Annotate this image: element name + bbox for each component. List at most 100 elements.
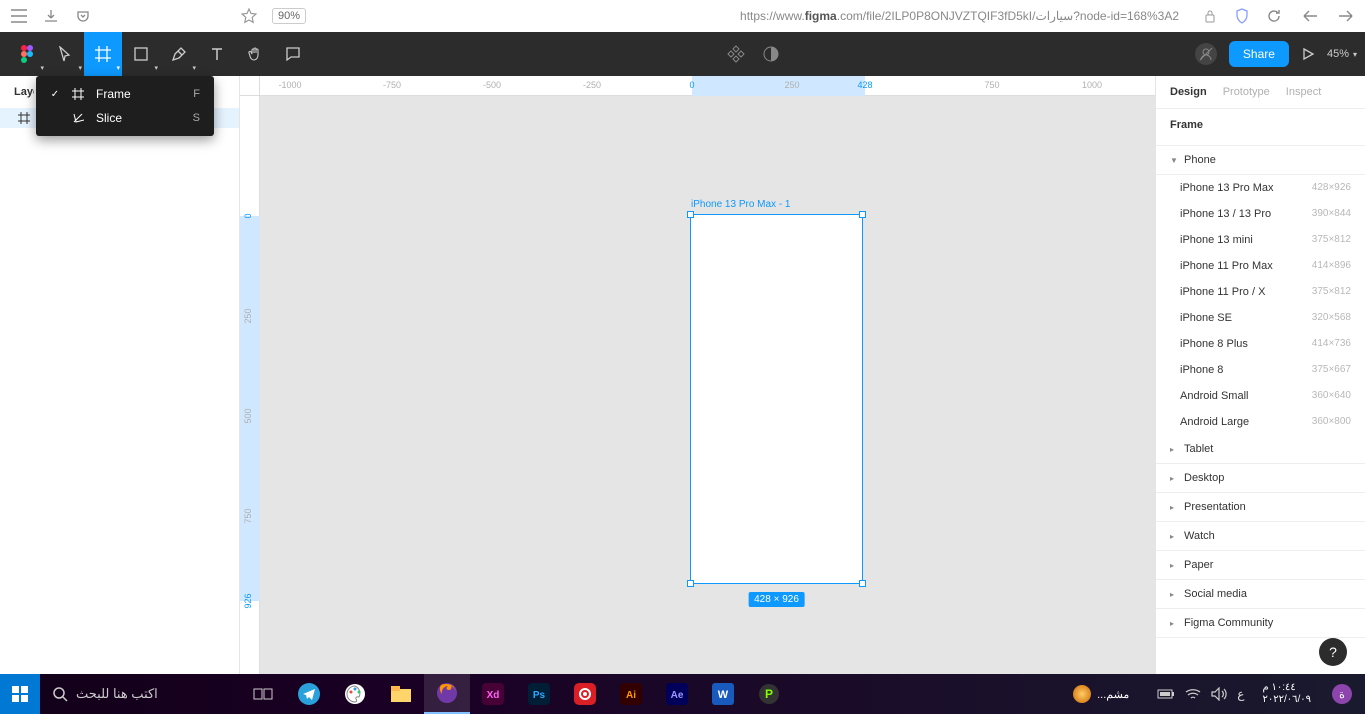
preset-name: iPhone 8 bbox=[1180, 364, 1223, 376]
frame-preset[interactable]: iPhone 13 Pro Max428×926 bbox=[1156, 175, 1365, 201]
hand-tool[interactable] bbox=[236, 32, 274, 76]
frame-preset[interactable]: iPhone 11 Pro Max414×896 bbox=[1156, 253, 1365, 279]
tab-inspect[interactable]: Inspect bbox=[1286, 86, 1321, 98]
url-prefix: https://www. bbox=[740, 9, 805, 23]
search-placeholder: اكتب هنا للبحث bbox=[76, 686, 158, 702]
frame-preset[interactable]: iPhone 8 Plus414×736 bbox=[1156, 331, 1365, 357]
resize-handle-tl[interactable] bbox=[687, 211, 694, 218]
comment-tool[interactable] bbox=[274, 32, 312, 76]
lock-icon[interactable] bbox=[1201, 7, 1219, 25]
app-illustrator[interactable]: Ai bbox=[608, 674, 654, 714]
share-button[interactable]: Share bbox=[1229, 41, 1289, 67]
frame-preset[interactable]: Android Small360×640 bbox=[1156, 383, 1365, 409]
svg-text:Xd: Xd bbox=[487, 690, 500, 701]
frame-label[interactable]: iPhone 13 Pro Max - 1 bbox=[691, 199, 791, 210]
tray-wifi-icon[interactable] bbox=[1185, 688, 1201, 700]
recent-label: مشم... bbox=[1097, 688, 1129, 701]
svg-text:Ae: Ae bbox=[671, 690, 684, 701]
layers-tab[interactable]: Layers bbox=[0, 76, 34, 108]
category-figma-community[interactable]: ▸Figma Community bbox=[1156, 609, 1365, 638]
multiplayer-icon[interactable] bbox=[1195, 43, 1217, 65]
recent-activity[interactable]: مشم... bbox=[1063, 685, 1139, 703]
help-button[interactable]: ? bbox=[1319, 638, 1347, 666]
app-xd[interactable]: Xd bbox=[470, 674, 516, 714]
text-tool[interactable] bbox=[198, 32, 236, 76]
frame-tool[interactable]: ▾ bbox=[84, 32, 122, 76]
tray-volume-icon[interactable] bbox=[1211, 687, 1227, 701]
ruler-tick: -1000 bbox=[278, 80, 301, 90]
components-icon[interactable] bbox=[727, 45, 745, 63]
category-paper[interactable]: ▸Paper bbox=[1156, 551, 1365, 580]
app-paint[interactable] bbox=[332, 674, 378, 714]
svg-text:P: P bbox=[765, 687, 773, 701]
shield-icon[interactable] bbox=[1233, 7, 1251, 25]
taskview-icon[interactable] bbox=[240, 674, 286, 714]
app-telegram[interactable] bbox=[286, 674, 332, 714]
category-desktop[interactable]: ▸Desktop bbox=[1156, 464, 1365, 493]
preset-dims: 375×812 bbox=[1312, 286, 1351, 298]
chevron-right-icon: ▸ bbox=[1170, 445, 1178, 454]
tray-battery-icon[interactable] bbox=[1157, 688, 1175, 700]
app-aftereffects[interactable]: Ae bbox=[654, 674, 700, 714]
start-button[interactable] bbox=[0, 674, 40, 714]
resize-handle-br[interactable] bbox=[859, 580, 866, 587]
reload-icon[interactable] bbox=[1265, 7, 1283, 25]
preset-list: iPhone 13 Pro Max428×926iPhone 13 / 13 P… bbox=[1156, 175, 1365, 435]
app-generic[interactable]: P bbox=[746, 674, 792, 714]
star-icon[interactable] bbox=[240, 7, 258, 25]
canvas[interactable]: -1000-750-500-25002504287501000 02505007… bbox=[240, 76, 1155, 674]
category-social-media[interactable]: ▸Social media bbox=[1156, 580, 1365, 609]
app-explorer[interactable] bbox=[378, 674, 424, 714]
system-tray: ع bbox=[1147, 687, 1254, 701]
resize-handle-bl[interactable] bbox=[687, 580, 694, 587]
app-pinned[interactable]: ة bbox=[1319, 674, 1365, 714]
svg-text:ة: ة bbox=[1339, 689, 1345, 701]
selected-frame[interactable]: iPhone 13 Pro Max - 1 428 × 926 bbox=[690, 214, 863, 584]
app-photoshop[interactable]: Ps bbox=[516, 674, 562, 714]
svg-text:W: W bbox=[718, 689, 729, 701]
forward-icon[interactable] bbox=[1337, 7, 1355, 25]
browser-zoom[interactable]: 90% bbox=[272, 8, 306, 24]
tab-design[interactable]: Design bbox=[1170, 86, 1207, 98]
category-tablet[interactable]: ▸Tablet bbox=[1156, 435, 1365, 464]
tab-prototype[interactable]: Prototype bbox=[1223, 86, 1270, 98]
zoom-control[interactable]: 45%▾ bbox=[1327, 48, 1357, 60]
category-watch[interactable]: ▸Watch bbox=[1156, 522, 1365, 551]
ruler-tick: 0 bbox=[243, 213, 253, 218]
url-bar[interactable]: https://www.figma.com/file/2ILP0P8ONJVZT… bbox=[740, 9, 1179, 23]
layers-panel: Layers ✓ Frame F Slice S bbox=[0, 76, 240, 674]
frame-preset[interactable]: iPhone 13 mini375×812 bbox=[1156, 227, 1365, 253]
category-presentation[interactable]: ▸Presentation bbox=[1156, 493, 1365, 522]
preset-dims: 375×667 bbox=[1312, 364, 1351, 376]
shape-tool[interactable]: ▾ bbox=[122, 32, 160, 76]
pen-tool[interactable]: ▾ bbox=[160, 32, 198, 76]
dropdown-item-slice[interactable]: Slice S bbox=[36, 106, 214, 130]
download-icon[interactable] bbox=[42, 7, 60, 25]
tray-lang[interactable]: ع bbox=[1237, 687, 1244, 701]
back-icon[interactable] bbox=[1301, 7, 1319, 25]
app-word[interactable]: W bbox=[700, 674, 746, 714]
frame-preset[interactable]: iPhone SE320×568 bbox=[1156, 305, 1365, 331]
taskbar-search[interactable]: اكتب هنا للبحث bbox=[40, 686, 240, 702]
figma-menu-button[interactable]: ▾ bbox=[8, 32, 46, 76]
move-tool[interactable]: ▾ bbox=[46, 32, 84, 76]
frame-preset[interactable]: iPhone 11 Pro / X375×812 bbox=[1156, 279, 1365, 305]
category-label: Paper bbox=[1184, 559, 1213, 571]
taskbar-clock[interactable]: ١٠:٤٤ م ٢٠٢٢/٠٦/٠٩ bbox=[1254, 682, 1319, 706]
pocket-icon[interactable] bbox=[74, 7, 92, 25]
menu-icon[interactable] bbox=[10, 7, 28, 25]
frame-preset[interactable]: Android Large360×800 bbox=[1156, 409, 1365, 435]
category-phone[interactable]: ▼ Phone bbox=[1156, 146, 1365, 175]
app-cc[interactable] bbox=[562, 674, 608, 714]
category-label: Phone bbox=[1184, 154, 1216, 166]
app-firefox[interactable] bbox=[424, 674, 470, 714]
dropdown-item-frame[interactable]: ✓ Frame F bbox=[36, 82, 214, 106]
frame-preset[interactable]: iPhone 8 375×667 bbox=[1156, 357, 1365, 383]
resize-handle-tr[interactable] bbox=[859, 211, 866, 218]
chevron-down-icon: ▼ bbox=[1170, 156, 1178, 165]
contrast-icon[interactable] bbox=[763, 46, 779, 62]
frame-preset[interactable]: iPhone 13 / 13 Pro390×844 bbox=[1156, 201, 1365, 227]
preset-dims: 414×736 bbox=[1312, 338, 1351, 350]
present-icon[interactable] bbox=[1301, 47, 1315, 61]
dropdown-label: Frame bbox=[96, 87, 131, 101]
